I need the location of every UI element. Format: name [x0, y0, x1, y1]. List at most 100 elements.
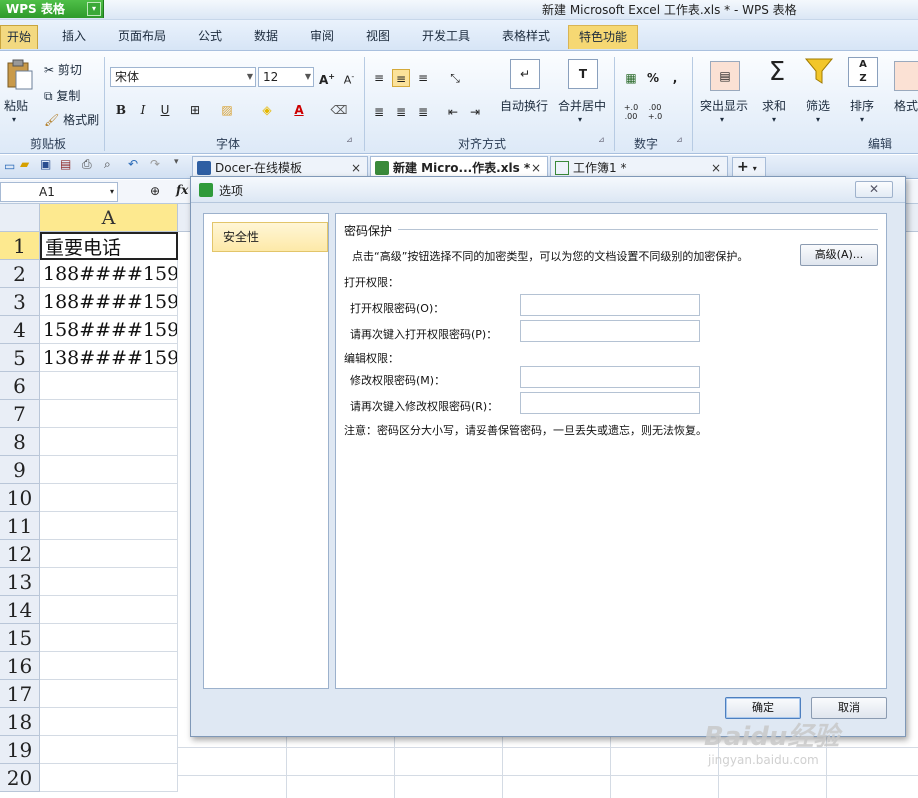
- cell-a17[interactable]: [40, 680, 178, 708]
- cell-a5[interactable]: 138####1595: [40, 344, 178, 372]
- currency-icon[interactable]: ▦: [622, 69, 640, 87]
- dialog-close-button[interactable]: ✕: [855, 181, 893, 198]
- cell-a18[interactable]: [40, 708, 178, 736]
- highlight-button[interactable]: 突出显示: [700, 97, 748, 114]
- print-icon[interactable]: ⎙: [82, 157, 92, 172]
- advanced-button[interactable]: 高级(A)...: [800, 244, 878, 266]
- font-color-icon[interactable]: A: [290, 101, 308, 119]
- paste-icon[interactable]: [4, 59, 34, 90]
- align-middle-icon[interactable]: ≡: [392, 69, 410, 87]
- align-left-icon[interactable]: ≣: [370, 103, 388, 121]
- row-header[interactable]: 11: [0, 512, 40, 540]
- open-password-input[interactable]: [520, 294, 700, 316]
- edit-password-confirm-input[interactable]: [520, 392, 700, 414]
- quick-access-dropdown-icon[interactable]: ▾: [174, 157, 179, 167]
- row-header[interactable]: 7: [0, 400, 40, 428]
- cell-a14[interactable]: [40, 596, 178, 624]
- row-header[interactable]: 3: [0, 288, 40, 316]
- sum-dropdown-icon[interactable]: ▾: [772, 115, 776, 124]
- row-header[interactable]: 16: [0, 652, 40, 680]
- cell-a19[interactable]: [40, 736, 178, 764]
- cell-a8[interactable]: [40, 428, 178, 456]
- export-pdf-icon[interactable]: ▤: [60, 157, 71, 171]
- new-tab-button[interactable]: + ▾: [732, 157, 766, 177]
- wps-app-button[interactable]: WPS 表格 ▾: [0, 0, 104, 18]
- row-header[interactable]: 10: [0, 484, 40, 512]
- row-header[interactable]: 19: [0, 736, 40, 764]
- cell-a13[interactable]: [40, 568, 178, 596]
- row-header[interactable]: 6: [0, 372, 40, 400]
- cell-a4[interactable]: 158####1594: [40, 316, 178, 344]
- row-header[interactable]: 13: [0, 568, 40, 596]
- filter-icon[interactable]: [804, 57, 834, 87]
- dialog-title-bar[interactable]: 选项 ✕: [191, 177, 905, 203]
- cell-a2[interactable]: 188####1592: [40, 260, 178, 288]
- font-size-select[interactable]: 12 ▼: [258, 67, 314, 87]
- tab-docer-templates[interactable]: Docer-在线模板 ×: [192, 156, 368, 178]
- zoom-icon[interactable]: ⊕: [150, 184, 160, 198]
- cell-a16[interactable]: [40, 652, 178, 680]
- format-icon[interactable]: [894, 61, 918, 91]
- tab-developer[interactable]: 开发工具: [422, 25, 470, 49]
- cell-a11[interactable]: [40, 512, 178, 540]
- decrease-indent-icon[interactable]: ⇤: [444, 103, 462, 121]
- tab-page-layout[interactable]: 页面布局: [118, 25, 166, 49]
- row-header[interactable]: 5: [0, 344, 40, 372]
- merge-dropdown-icon[interactable]: ▾: [578, 115, 582, 124]
- new-doc-icon[interactable]: ▭: [4, 159, 18, 173]
- alignment-dialog-launcher-icon[interactable]: ⊿: [598, 135, 605, 144]
- align-center-icon[interactable]: ≣: [392, 103, 410, 121]
- row-header[interactable]: 2: [0, 260, 40, 288]
- app-menu-dropdown-icon[interactable]: ▾: [87, 2, 101, 16]
- conditional-highlight-icon[interactable]: ▤: [710, 61, 740, 91]
- tab-home[interactable]: 开始: [0, 25, 39, 49]
- percent-icon[interactable]: %: [644, 69, 662, 87]
- cell-a15[interactable]: [40, 624, 178, 652]
- bold-icon[interactable]: B: [112, 101, 130, 119]
- number-dialog-launcher-icon[interactable]: ⊿: [676, 135, 683, 144]
- cell-a7[interactable]: [40, 400, 178, 428]
- nav-item-security[interactable]: 安全性: [212, 222, 328, 252]
- tab-workbook1[interactable]: 工作簿1 * ×: [550, 156, 728, 178]
- increase-decimal-icon[interactable]: +.0.00: [622, 103, 640, 121]
- align-top-icon[interactable]: ≡: [370, 69, 388, 87]
- tab-formulas[interactable]: 公式: [198, 25, 222, 49]
- align-right-icon[interactable]: ≣: [414, 103, 432, 121]
- row-header[interactable]: 12: [0, 540, 40, 568]
- tab-table-style[interactable]: 表格样式: [502, 25, 550, 49]
- fx-icon[interactable]: fx: [176, 183, 188, 197]
- column-header-a[interactable]: A: [40, 204, 178, 232]
- underline-icon[interactable]: U: [156, 101, 174, 119]
- text-orientation-icon[interactable]: ⤡: [446, 69, 464, 87]
- format-button[interactable]: 格式: [894, 97, 918, 114]
- tab-insert[interactable]: 插入: [62, 25, 86, 49]
- sort-icon[interactable]: AZ: [848, 57, 878, 87]
- undo-icon[interactable]: ↶: [128, 157, 138, 171]
- row-header[interactable]: 4: [0, 316, 40, 344]
- sum-button[interactable]: 求和: [762, 97, 786, 114]
- tab-special-features[interactable]: 特色功能: [568, 25, 639, 49]
- row-header[interactable]: 1: [0, 232, 40, 260]
- save-icon[interactable]: ▣: [40, 157, 51, 171]
- cell-a20[interactable]: [40, 764, 178, 792]
- row-header[interactable]: 18: [0, 708, 40, 736]
- name-box[interactable]: A1 ▾: [0, 182, 118, 202]
- comma-style-icon[interactable]: ,: [666, 69, 684, 87]
- paste-label[interactable]: 粘贴: [4, 97, 28, 114]
- tab-data[interactable]: 数据: [254, 25, 278, 49]
- paste-dropdown-icon[interactable]: ▾: [12, 115, 16, 124]
- clear-format-icon[interactable]: ⌫: [330, 101, 348, 119]
- filter-dropdown-icon[interactable]: ▾: [816, 115, 820, 124]
- print-preview-icon[interactable]: ⌕: [104, 157, 111, 172]
- open-folder-icon[interactable]: ▰: [20, 157, 29, 171]
- tab-review[interactable]: 审阅: [310, 25, 334, 49]
- open-password-confirm-input[interactable]: [520, 320, 700, 342]
- cell-a3[interactable]: 188####1593: [40, 288, 178, 316]
- font-name-select[interactable]: 宋体 ▼: [110, 67, 256, 87]
- highlight-dropdown-icon[interactable]: ▾: [720, 115, 724, 124]
- row-header[interactable]: 15: [0, 624, 40, 652]
- wrap-text-icon[interactable]: ↵: [510, 59, 540, 89]
- sort-dropdown-icon[interactable]: ▾: [860, 115, 864, 124]
- cut-button[interactable]: ✂ 剪切: [44, 61, 82, 78]
- font-dialog-launcher-icon[interactable]: ⊿: [346, 135, 353, 144]
